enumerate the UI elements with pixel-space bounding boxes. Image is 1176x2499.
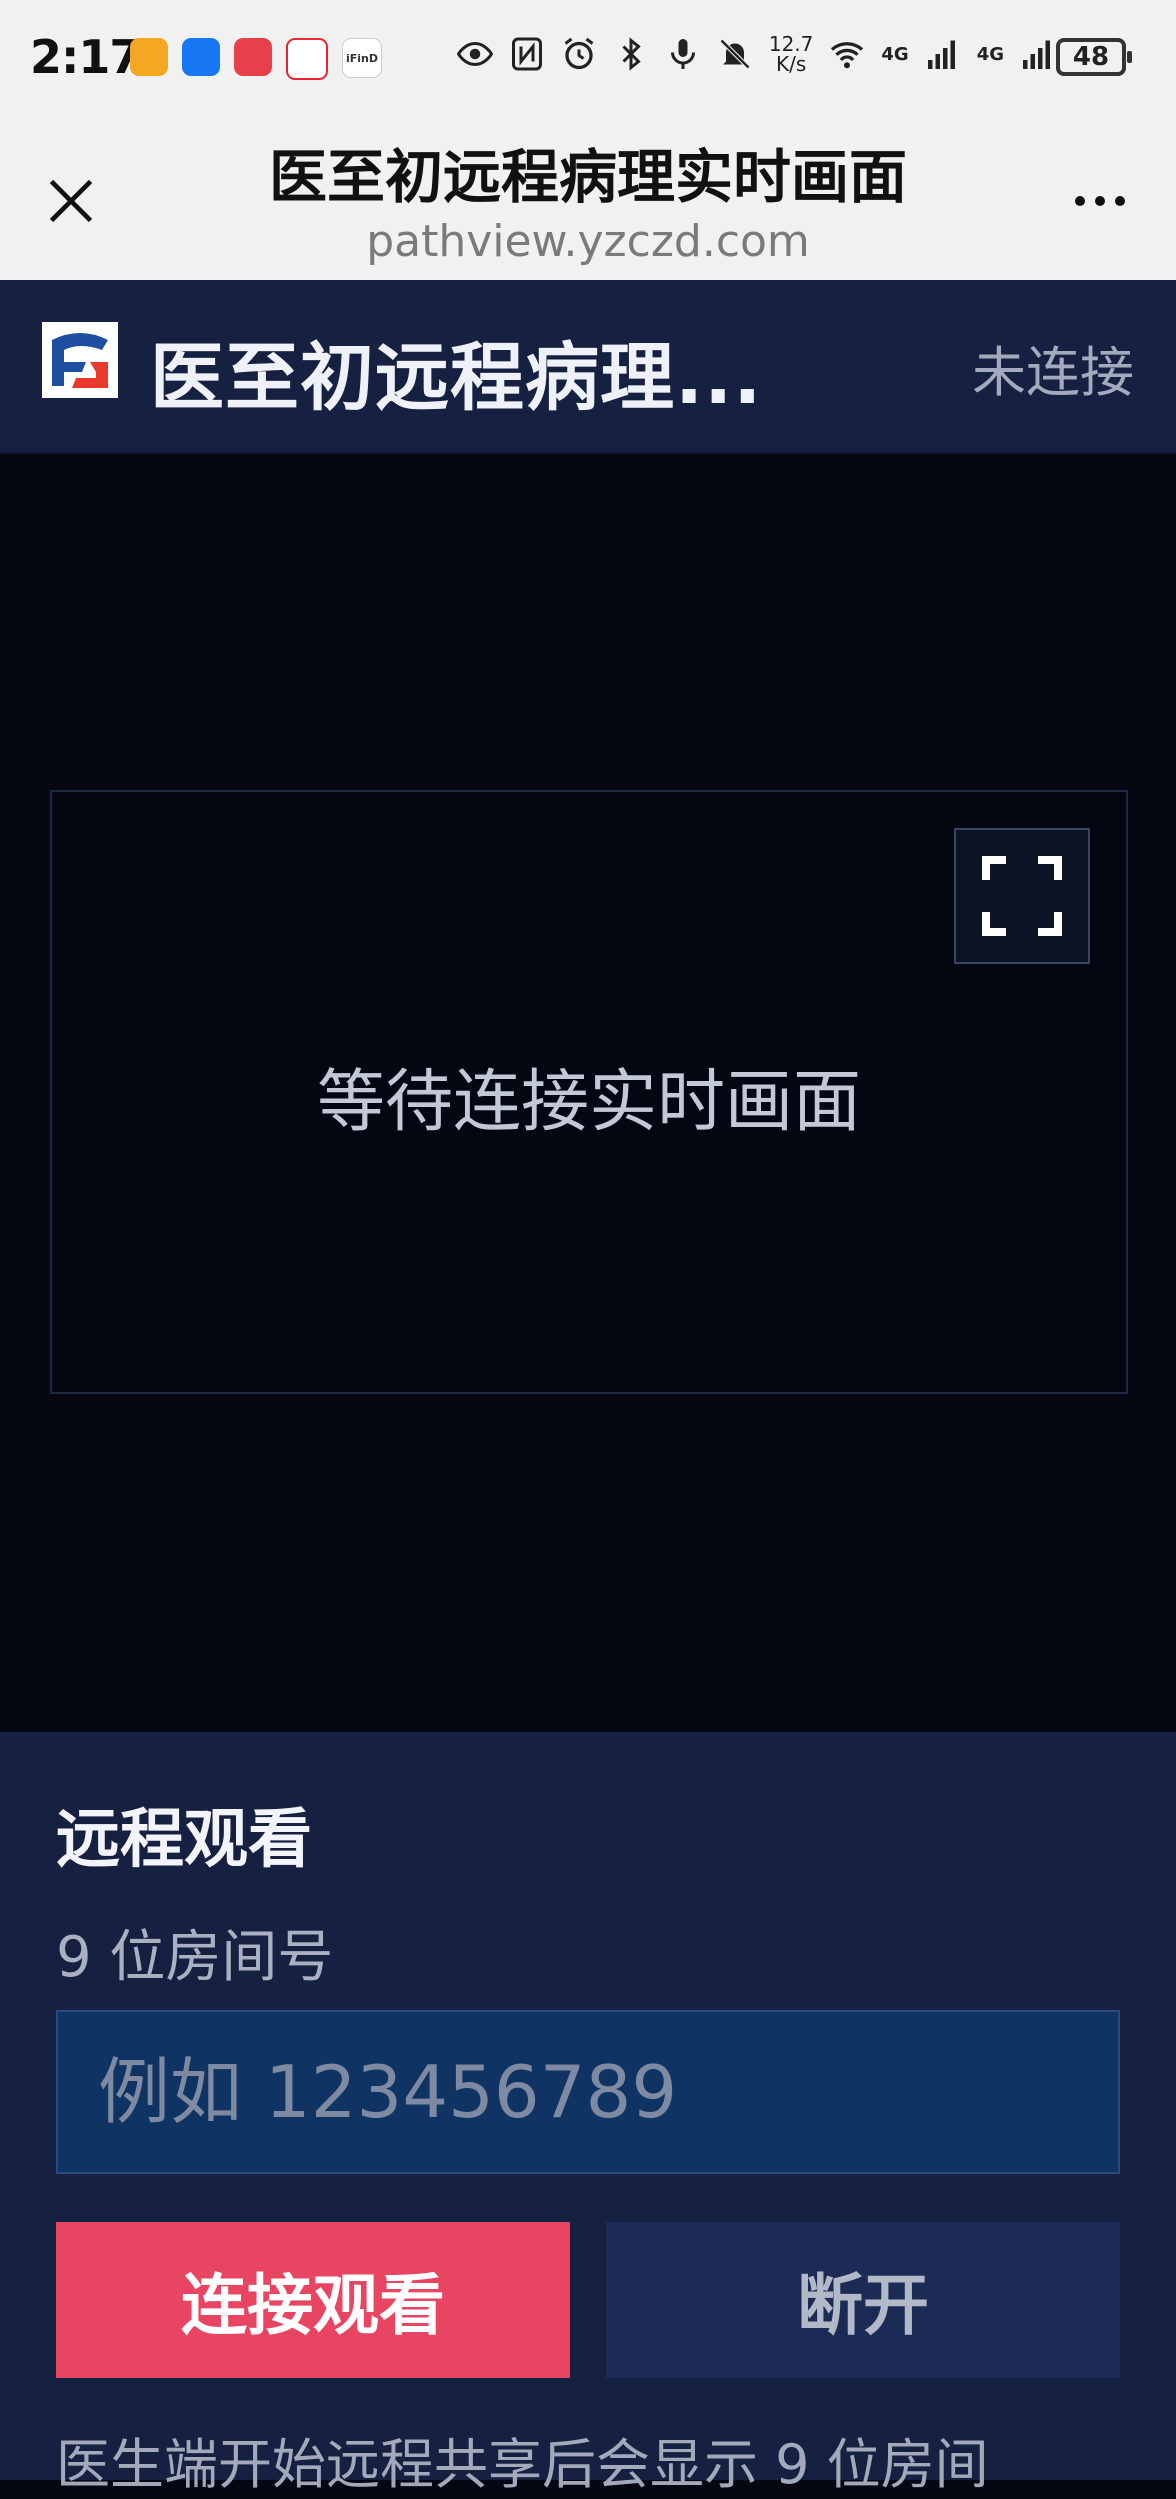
orange-app-icon <box>130 38 168 76</box>
dot-icon <box>1075 196 1085 206</box>
connection-status: 未连接 <box>972 341 1134 404</box>
disconnect-button[interactable]: 断开 <box>606 2222 1120 2378</box>
app-logo-icon <box>42 322 118 398</box>
game-app-icon <box>286 38 328 80</box>
eye-icon <box>456 36 493 72</box>
network-speed-value: 12.7 <box>768 32 814 56</box>
battery-icon: 48 <box>1056 38 1132 76</box>
fullscreen-button[interactable] <box>954 828 1090 964</box>
viewer-placeholder-text: 等待连接实时画面 <box>316 1063 861 1142</box>
microphone-icon <box>665 36 701 72</box>
blue-app-icon <box>182 38 220 76</box>
connect-watch-button[interactable]: 连接观看 <box>56 2222 570 2378</box>
hint-text: 医生端开始远程共享后会显示 9 位房间 <box>56 2433 989 2496</box>
huawei-store-icon <box>234 38 272 76</box>
network-speed: 12.7 K/s <box>769 34 814 74</box>
notification-app-icons: iFinD <box>130 38 382 80</box>
fullscreen-icon <box>982 856 1062 936</box>
wifi-icon <box>829 36 865 72</box>
browser-page-title: 医至初远程病理实时画面 <box>268 143 907 211</box>
app-header: 医至初远程病理... 未连接 <box>0 280 1176 454</box>
mute-bell-icon <box>717 36 753 72</box>
status-time: 2:17 <box>30 30 141 84</box>
network-speed-unit: K/s <box>775 52 807 76</box>
cell-signal-icon <box>925 36 961 72</box>
status-icons: 12.7 K/s 4G 4G <box>456 34 1056 74</box>
live-view-area: 等待连接实时画面 <box>50 790 1128 1394</box>
signal-1-label: 4G <box>881 43 909 65</box>
panel-title: 远程观看 <box>56 1803 312 1877</box>
status-bar: 2:17 iFinD 12.7 K/s 4G 4G 48 <box>0 0 1176 116</box>
app-title: 医至初远程病理... <box>150 335 763 421</box>
room-number-label: 9 位房间号 <box>56 1925 334 1990</box>
bluetooth-icon <box>613 36 649 72</box>
cell-signal-icon <box>1020 36 1056 72</box>
nfc-icon <box>509 36 545 72</box>
alarm-icon <box>561 36 597 72</box>
remote-view-panel: 远程观看 9 位房间号 连接观看 断开 医生端开始远程共享后会显示 9 位房间 <box>0 1732 1176 2496</box>
browser-url: pathview.yzczd.com <box>366 216 810 267</box>
more-options-button[interactable] <box>1060 176 1140 226</box>
dot-icon <box>1095 196 1105 206</box>
browser-toolbar: 医至初远程病理实时画面 pathview.yzczd.com <box>0 116 1176 280</box>
ifind-app-icon: iFinD <box>342 38 382 78</box>
signal-2-label: 4G <box>976 43 1004 65</box>
room-number-input[interactable] <box>56 2010 1120 2174</box>
dot-icon <box>1115 196 1125 206</box>
